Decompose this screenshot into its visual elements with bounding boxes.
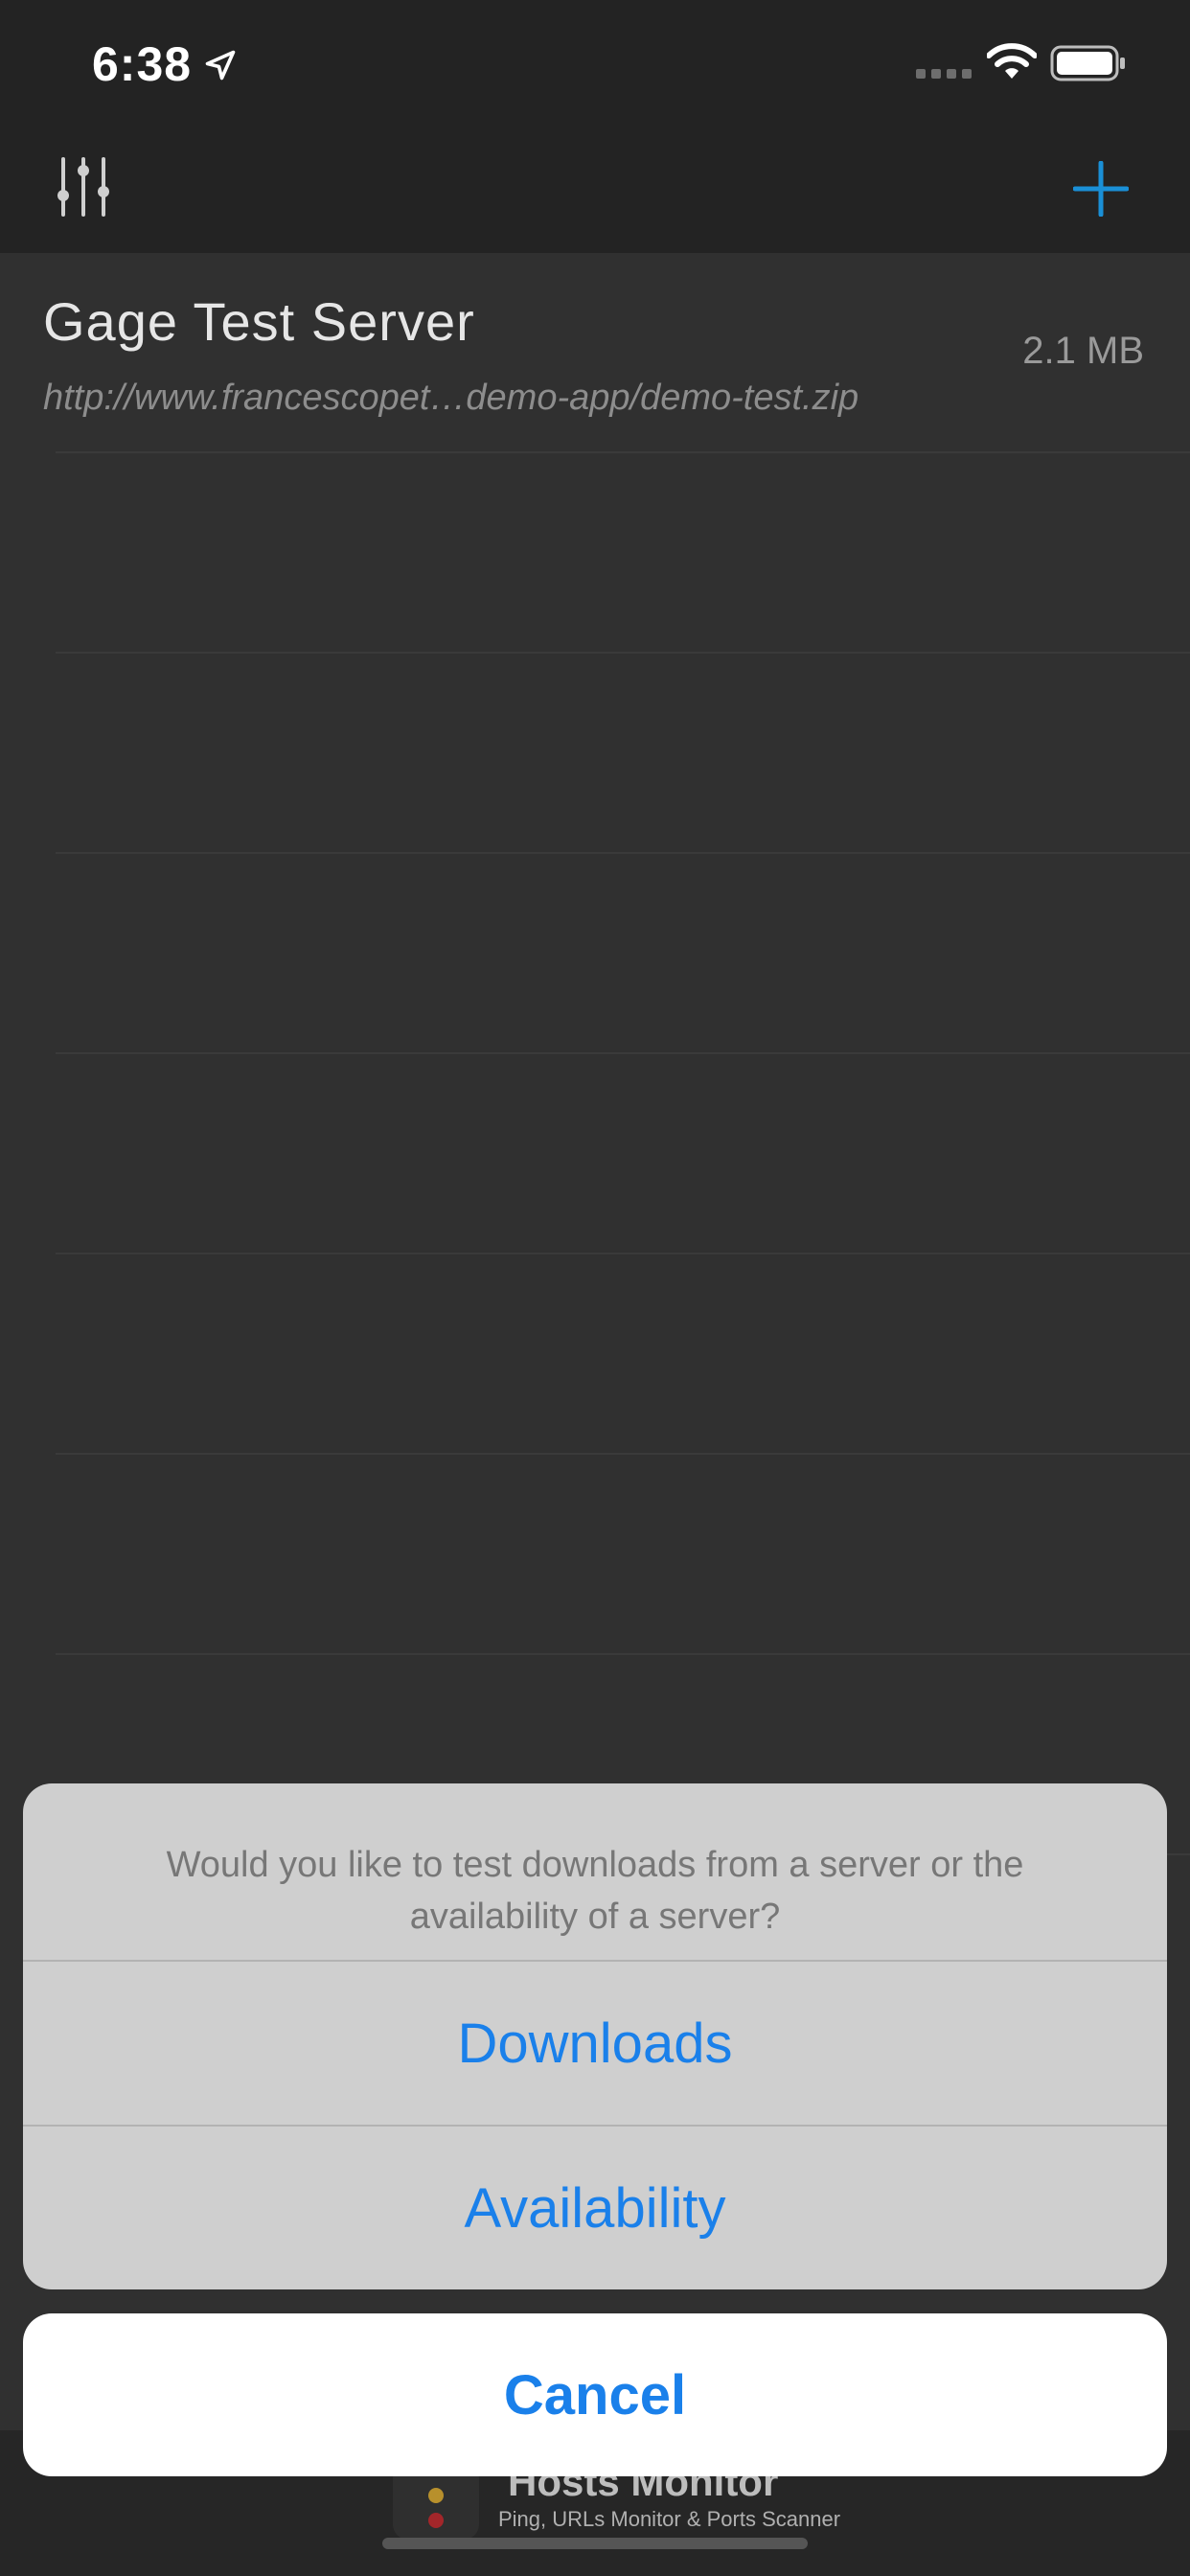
downloads-button[interactable]: Downloads xyxy=(23,1962,1167,2125)
wifi-icon xyxy=(987,43,1037,79)
empty-row xyxy=(0,453,1190,654)
list-item[interactable] xyxy=(0,253,1190,453)
plus-icon[interactable] xyxy=(1073,161,1129,217)
status-time: 6:38 xyxy=(92,37,193,91)
action-sheet-message: Would you like to test downloads from a … xyxy=(166,1845,1024,1937)
cancel-button[interactable]: Cancel xyxy=(23,2313,1167,2476)
traffic-light-red xyxy=(428,2513,444,2528)
banner-subtitle: Ping, URLs Monitor & Ports Scanner xyxy=(498,2507,841,2531)
home-indicator xyxy=(382,2538,808,2549)
empty-row xyxy=(0,654,1190,854)
battery-icon xyxy=(1050,45,1125,81)
server-size: 2.1 MB xyxy=(1022,330,1144,372)
empty-row xyxy=(0,1054,1190,1254)
server-name: Gage Test Server xyxy=(43,291,475,352)
traffic-light-yellow xyxy=(428,2488,444,2503)
availability-button[interactable]: Availability xyxy=(23,2127,1167,2289)
empty-row xyxy=(0,854,1190,1054)
server-url: http://www.francescopet…demo-app/demo-te… xyxy=(43,378,859,418)
empty-row xyxy=(0,1455,1190,1655)
top-bar: 6:38 xyxy=(0,0,1190,253)
action-sheet: Would you like to test downloads from a … xyxy=(23,1783,1167,2289)
empty-row xyxy=(0,1254,1190,1455)
sliders-icon[interactable] xyxy=(56,157,111,217)
cellular-signal-icon xyxy=(916,69,972,79)
location-arrow-icon xyxy=(205,50,236,80)
